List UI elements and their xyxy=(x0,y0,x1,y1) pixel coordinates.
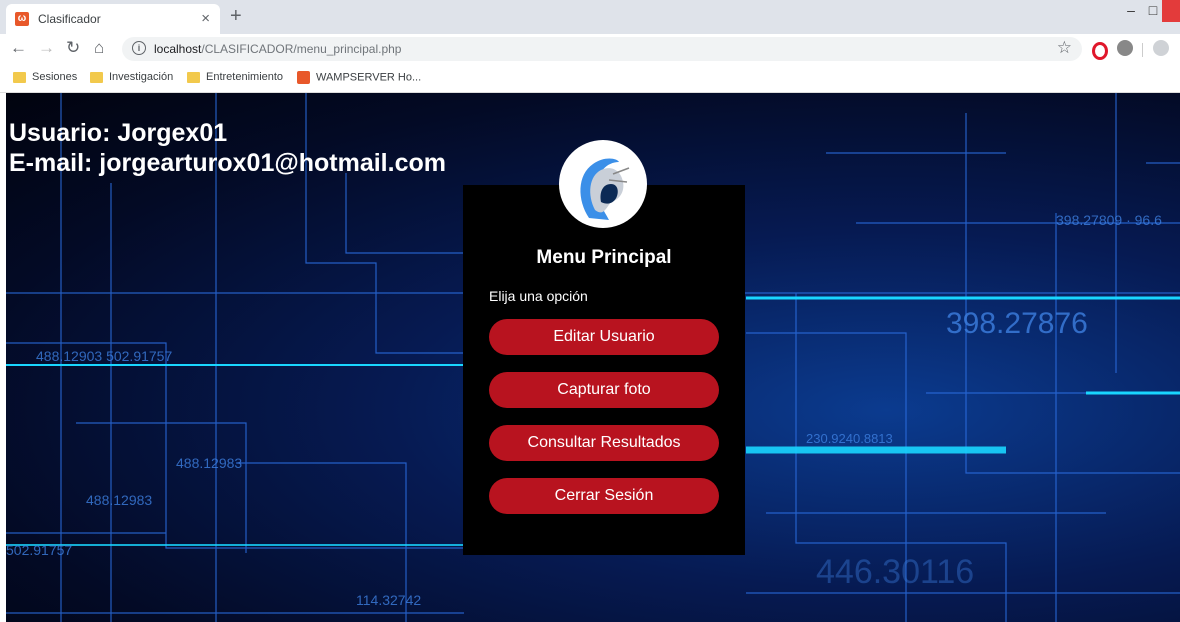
folder-icon xyxy=(90,71,103,83)
bookmark-sesiones[interactable]: Sesiones xyxy=(13,71,77,85)
tab-bar: ω Clasificador × + – □ xyxy=(0,0,1180,34)
folder-icon xyxy=(187,71,200,83)
url-text: localhost/CLASIFICADOR/menu_principal.ph… xyxy=(154,42,402,56)
svg-text:230.9240.8813: 230.9240.8813 xyxy=(806,431,893,446)
opera-extension-icon[interactable] xyxy=(1092,42,1108,60)
back-icon[interactable]: ← xyxy=(10,38,27,58)
svg-text:114.32742: 114.32742 xyxy=(356,592,421,608)
profile-avatar-icon[interactable] xyxy=(1153,40,1169,56)
head-profile-icon xyxy=(580,158,630,220)
email-label: E-mail: jorgearturox01@hotmail.com xyxy=(9,149,446,177)
user-info: Usuario: Jorgex01 E-mail: jorgearturox01… xyxy=(9,118,446,178)
new-tab-icon[interactable]: + xyxy=(230,5,242,28)
svg-text:398.27809 · 96.6: 398.27809 · 96.6 xyxy=(1056,212,1162,228)
edit-user-button[interactable]: Editar Usuario xyxy=(489,319,719,355)
bookmarks-bar: Sesiones Investigación Entretenimiento W… xyxy=(0,64,1180,93)
reload-icon[interactable]: ↻ xyxy=(66,38,80,58)
browser-tab[interactable]: ω Clasificador × xyxy=(6,4,220,34)
forward-icon[interactable]: → xyxy=(38,38,55,58)
svg-text:488.12903 502.91757: 488.12903 502.91757 xyxy=(36,348,172,364)
site-info-icon[interactable]: i xyxy=(132,41,146,55)
menu-title: Menu Principal xyxy=(536,247,672,268)
capture-photo-button[interactable]: Capturar foto xyxy=(489,372,719,408)
folder-icon xyxy=(13,71,26,83)
bookmark-star-icon[interactable]: ☆ xyxy=(1057,38,1072,58)
minimize-window-icon[interactable]: – xyxy=(1120,0,1142,22)
app-logo xyxy=(559,140,647,228)
bookmark-investigacion[interactable]: Investigación xyxy=(90,71,173,85)
maximize-window-icon[interactable]: □ xyxy=(1142,0,1164,22)
close-tab-icon[interactable]: × xyxy=(201,10,210,27)
wampserver-icon xyxy=(297,71,310,84)
menu-prompt: Elija una opción xyxy=(489,288,588,304)
logout-button[interactable]: Cerrar Sesión xyxy=(489,478,719,514)
home-icon[interactable]: ⌂ xyxy=(94,38,104,58)
svg-text:502.91757: 502.91757 xyxy=(6,542,72,558)
svg-text:398.27876: 398.27876 xyxy=(946,307,1088,340)
extension-icon[interactable] xyxy=(1117,40,1133,56)
svg-text:488.12983: 488.12983 xyxy=(176,455,242,471)
username-label: Usuario: Jorgex01 xyxy=(9,119,228,147)
address-bar: ← → ↻ ⌂ i localhost/CLASIFICADOR/menu_pr… xyxy=(0,34,1180,64)
close-window-icon[interactable] xyxy=(1162,0,1180,22)
bookmark-wampserver[interactable]: WAMPSERVER Ho... xyxy=(297,71,421,85)
tab-title: Clasificador xyxy=(38,12,101,26)
page-content: 488.12903 502.91757 488.12983 488.12983 … xyxy=(6,93,1180,622)
view-results-button[interactable]: Consultar Resultados xyxy=(489,425,719,461)
bookmark-entretenimiento[interactable]: Entretenimiento xyxy=(187,71,283,85)
svg-text:488.12983: 488.12983 xyxy=(86,492,152,508)
svg-text:446.30116: 446.30116 xyxy=(816,553,974,591)
wampserver-favicon-icon: ω xyxy=(15,12,29,26)
url-field[interactable]: i localhost/CLASIFICADOR/menu_principal.… xyxy=(122,37,1082,61)
toolbar-divider xyxy=(1142,43,1143,57)
